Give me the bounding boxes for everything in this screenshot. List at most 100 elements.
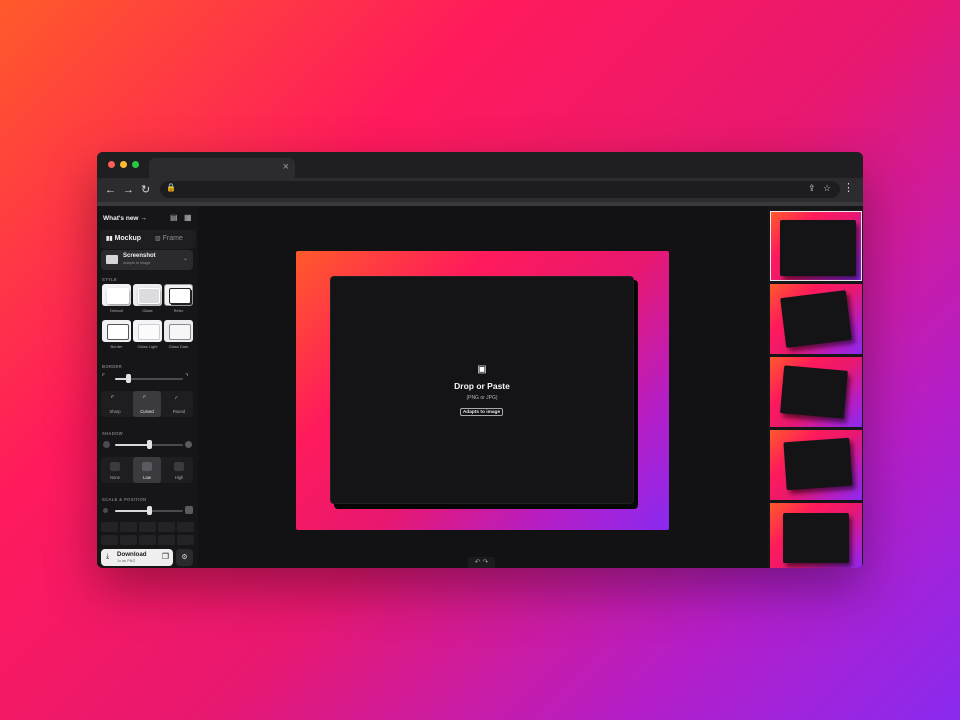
scale-slider-knob[interactable] bbox=[146, 506, 152, 515]
export-settings-button[interactable]: ⚙ bbox=[176, 549, 193, 566]
position-cell[interactable] bbox=[158, 535, 175, 545]
address-bar[interactable]: 🔒 ⇪ ☆ bbox=[160, 181, 840, 198]
style-glass-light-label: Glass Light bbox=[137, 344, 158, 349]
style-glass-light-tile[interactable] bbox=[133, 320, 162, 342]
shadow-high-icon bbox=[185, 441, 192, 448]
grid-icon[interactable]: ▦ bbox=[184, 213, 192, 222]
border-sharp-label: Sharp bbox=[109, 409, 121, 414]
shadow-option-none[interactable]: None bbox=[101, 457, 129, 483]
style-glass-dark-tile[interactable] bbox=[164, 320, 193, 342]
position-cell[interactable] bbox=[101, 535, 118, 545]
forward-button[interactable]: → bbox=[123, 182, 134, 198]
style-glass-tile[interactable] bbox=[133, 284, 162, 306]
sharp-corner-icon: ⌜ bbox=[111, 396, 115, 403]
preset-thumbnail[interactable] bbox=[770, 284, 862, 354]
border-section-label: BORDER bbox=[102, 364, 122, 369]
download-title: Download bbox=[117, 551, 147, 558]
preset-mockup bbox=[780, 365, 848, 419]
border-slider-knob[interactable] bbox=[126, 374, 132, 383]
browser-tab[interactable]: × bbox=[149, 158, 295, 178]
tab-mockup[interactable]: ▮▮ Mockup bbox=[106, 235, 141, 242]
position-cell[interactable] bbox=[139, 535, 156, 545]
position-cell[interactable] bbox=[139, 522, 156, 532]
maximize-window-button[interactable] bbox=[132, 161, 139, 168]
preset-thumbnail[interactable] bbox=[770, 503, 862, 568]
drop-title: Drop or Paste bbox=[454, 381, 510, 391]
adapts-to-image-button[interactable]: Adapts to image bbox=[460, 408, 503, 416]
position-cell[interactable] bbox=[158, 522, 175, 532]
preset-thumbnail[interactable] bbox=[770, 430, 862, 500]
shadow-slider-knob[interactable] bbox=[146, 440, 152, 449]
redo-icon[interactable]: ↷ bbox=[482, 559, 488, 566]
download-button[interactable]: ⤓ Download 1x as PNG ❐ bbox=[101, 549, 173, 566]
border-options: ⌜ Sharp ⌜ Curved ◜ Round bbox=[101, 391, 193, 417]
curved-corner-icon: ⌜ bbox=[143, 396, 147, 403]
browser-window: × ← → ↻ 🔒 ⇪ ☆ ⋮ What's new → ▤ ▦ ▮▮ Mock… bbox=[97, 152, 863, 568]
shadow-slider-fill bbox=[115, 444, 149, 446]
position-cell[interactable] bbox=[120, 522, 137, 532]
corner-round-icon: ⌝ bbox=[185, 374, 189, 381]
border-round-label: Round bbox=[172, 409, 186, 414]
position-cell[interactable] bbox=[101, 522, 118, 532]
lock-icon: 🔒 bbox=[166, 183, 176, 192]
screenshot-thumbnail-icon bbox=[106, 255, 118, 264]
shadow-high-square-icon bbox=[174, 462, 184, 471]
tab-close-icon[interactable]: × bbox=[283, 161, 289, 173]
settings-sidebar: What's new → ▤ ▦ ▮▮ Mockup ▧ Frame Scree… bbox=[97, 206, 198, 568]
shadow-option-high[interactable]: High bbox=[165, 457, 193, 483]
scale-small-icon bbox=[103, 508, 108, 513]
shadow-none-icon bbox=[103, 441, 110, 448]
scale-slider-fill bbox=[115, 510, 149, 512]
preset-mockup bbox=[783, 437, 853, 491]
shadow-option-low[interactable]: Low bbox=[133, 457, 161, 483]
undo-redo-group: ↶ ↷ bbox=[468, 557, 495, 568]
position-cell[interactable] bbox=[120, 535, 137, 545]
browser-menu-icon[interactable]: ⋮ bbox=[843, 181, 854, 194]
scale-large-icon bbox=[185, 506, 193, 514]
image-drop-zone[interactable]: ▣ Drop or Paste (PNG or JPG) Adapts to i… bbox=[330, 276, 634, 504]
share-icon[interactable]: ⇪ bbox=[808, 183, 816, 194]
reload-button[interactable]: ↻ bbox=[141, 182, 150, 198]
minimize-window-button[interactable] bbox=[120, 161, 127, 168]
border-option-curved[interactable]: ⌜ Curved bbox=[133, 391, 161, 417]
undo-icon[interactable]: ↶ bbox=[475, 559, 481, 566]
tab-mockup-label: Mockup bbox=[114, 235, 142, 242]
corner-sharp-icon: ⌜ bbox=[102, 374, 106, 381]
style-retro-label: Retro bbox=[173, 308, 184, 313]
bookmark-star-icon[interactable]: ☆ bbox=[823, 183, 831, 194]
gradient-background: ▣ Drop or Paste (PNG or JPG) Adapts to i… bbox=[296, 251, 669, 530]
title-bar: × bbox=[97, 152, 863, 178]
shadow-section-label: SHADOW bbox=[102, 431, 123, 436]
preset-thumbnail[interactable] bbox=[770, 211, 862, 281]
shadow-options: None Low High bbox=[101, 457, 193, 483]
frame-icon: ▧ bbox=[155, 236, 161, 242]
tab-frame-label: Frame bbox=[162, 235, 183, 242]
position-cell[interactable] bbox=[177, 522, 194, 532]
preset-mockup bbox=[780, 220, 856, 276]
chevron-down-icon: ⌄ bbox=[182, 256, 188, 262]
preset-panel bbox=[768, 206, 863, 568]
close-window-button[interactable] bbox=[108, 161, 115, 168]
mockup-icon: ▮▮ bbox=[106, 236, 113, 242]
back-button[interactable]: ← bbox=[105, 182, 116, 198]
mockup-type-select[interactable]: Screenshot Adapts to image ⌄ bbox=[101, 250, 193, 270]
border-option-sharp[interactable]: ⌜ Sharp bbox=[101, 391, 129, 417]
mode-switch: ▮▮ Mockup ▧ Frame bbox=[100, 230, 196, 249]
preset-thumbnail[interactable] bbox=[770, 357, 862, 427]
editor-canvas: ▣ Drop or Paste (PNG or JPG) Adapts to i… bbox=[198, 206, 768, 568]
style-retro-tile[interactable] bbox=[164, 284, 193, 306]
download-icon: ⤓ bbox=[106, 553, 110, 560]
copy-icon[interactable]: ❐ bbox=[162, 552, 169, 561]
position-cell[interactable] bbox=[177, 535, 194, 545]
shadow-none-label: None bbox=[109, 475, 120, 480]
preset-mockup bbox=[780, 290, 852, 348]
browser-toolbar: ← → ↻ 🔒 ⇪ ☆ ⋮ bbox=[97, 178, 863, 202]
style-glass-dark-label: Glass Dark bbox=[168, 344, 189, 349]
tab-frame[interactable]: ▧ Frame bbox=[155, 235, 183, 242]
border-option-round[interactable]: ◜ Round bbox=[165, 391, 193, 417]
chat-icon[interactable]: ▤ bbox=[170, 213, 178, 222]
whats-new-link[interactable]: What's new → bbox=[103, 215, 147, 222]
style-default-label: Default bbox=[110, 308, 123, 313]
style-default-tile[interactable] bbox=[102, 284, 131, 306]
style-border-tile[interactable] bbox=[102, 320, 131, 342]
